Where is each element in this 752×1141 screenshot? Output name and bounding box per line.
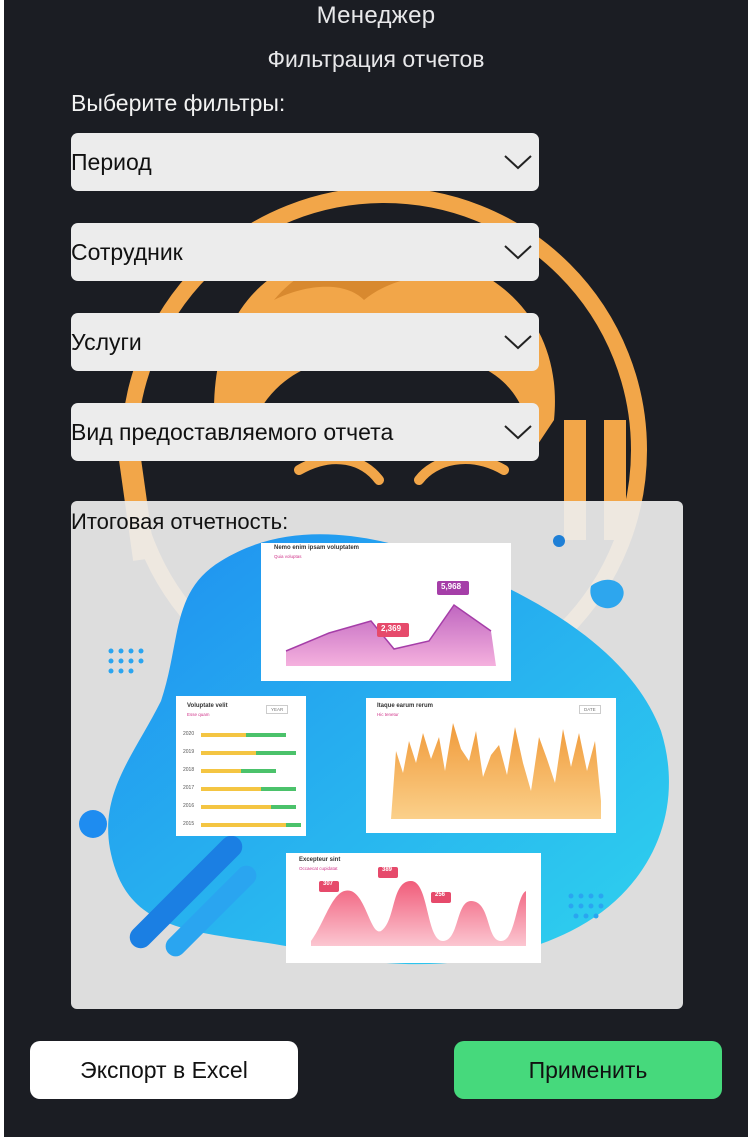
chevron-down-icon [504,245,532,260]
bottom-card-badge: 307 [323,881,334,887]
dashboard-illustration [79,534,669,965]
bottom-card-title: Excepteur sint [299,857,341,863]
top-card-badge: 2,369 [381,624,402,633]
year-label: 2016 [183,803,195,809]
chevron-down-icon [504,335,532,350]
chevron-down-icon [504,155,532,170]
services-select[interactable]: Услуги [71,313,539,371]
date-select: DATE [579,705,601,714]
year-label: 2019 [183,749,195,755]
right-card-title: Itaque earum rerum [377,703,434,709]
top-card-subtitle: Quia voluptas [274,554,302,559]
left-card-title: Voluptate velit [187,703,228,709]
bottom-card-subtitle: Occaecat cupidatat [299,866,338,871]
year-label: 2020 [183,731,195,737]
app-title: Менеджер [316,2,436,29]
apply-button[interactable]: Применить [454,1041,722,1099]
year-label: 2018 [183,767,195,773]
top-card-title: Nemo enim ipsam voluptatem [274,545,360,551]
filters-label: Выберите фильтры: [71,90,286,116]
period-select[interactable]: Период [71,133,539,191]
year-label: 2015 [183,821,195,827]
screen-title: Фильтрация отчетов [267,46,485,72]
report-label: Итоговая отчетность: [71,509,289,534]
bottom-card-badge: 389 [382,867,393,873]
employee-select[interactable]: Сотрудник [71,223,539,281]
report-panel: Итоговая отчетность: Nemo enim ipsam vol… [71,501,683,1009]
left-card-subtitle: Esse quam [187,712,210,717]
report-type-select[interactable]: Вид предоставляемого отчета [71,403,539,461]
services-select-label: Услуги [71,328,142,355]
right-card-subtitle: Hic tenetur [377,712,399,717]
report-type-select-label: Вид предоставляемого отчета [71,418,394,445]
chevron-down-icon [504,425,532,440]
top-card-badge: 5,968 [441,582,462,591]
year-label: 2017 [183,785,195,791]
employee-select-label: Сотрудник [71,238,183,265]
app-screen: Менеджер Фильтрация отчетов Выберите фил… [4,0,748,1137]
period-select-label: Период [71,148,152,175]
export-excel-button[interactable]: Экспорт в Excel [30,1041,298,1099]
bottom-card-badge: 256 [435,892,446,898]
year-select: YEAR [266,705,289,714]
